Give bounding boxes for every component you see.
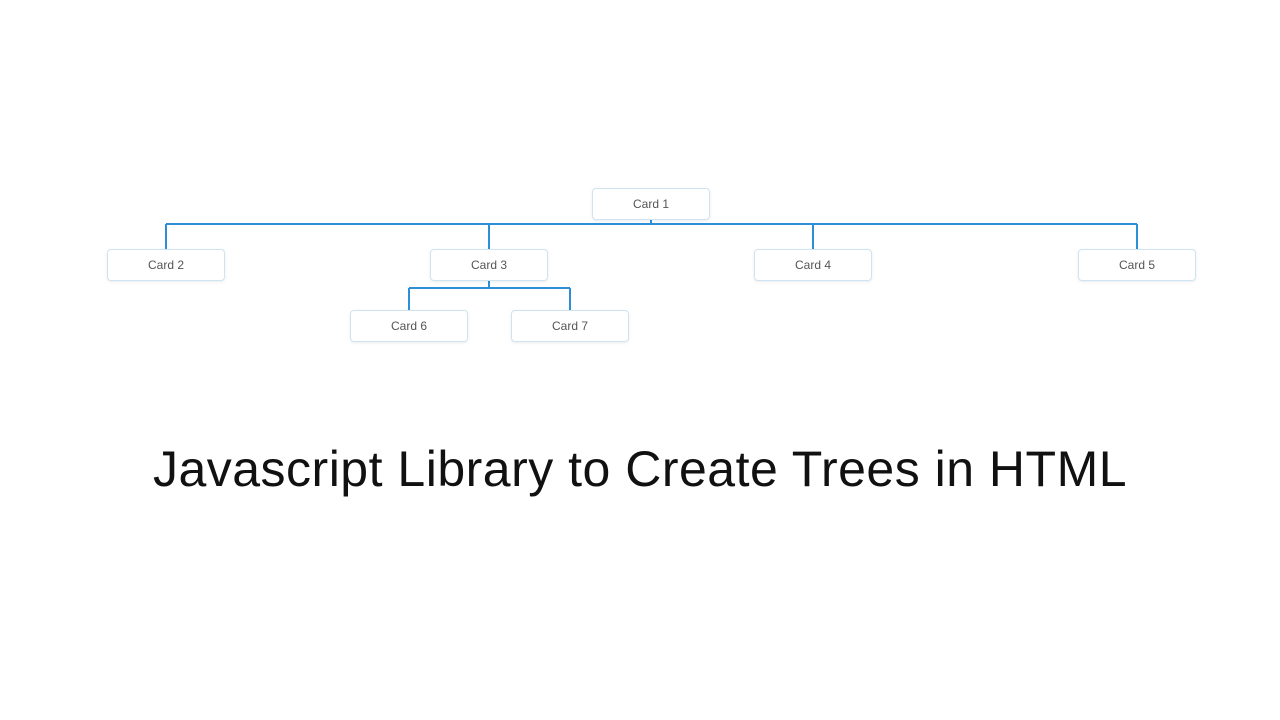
- tree-node-card2: Card 2: [107, 249, 225, 281]
- tree-node-card4: Card 4: [754, 249, 872, 281]
- tree-node-card3: Card 3: [430, 249, 548, 281]
- node-label: Card 5: [1119, 258, 1155, 272]
- tree-node-card1: Card 1: [592, 188, 710, 220]
- node-label: Card 4: [795, 258, 831, 272]
- tree-diagram: Card 1 Card 2 Card 3 Card 4 Card 5 Card …: [0, 0, 1280, 400]
- tree-node-card5: Card 5: [1078, 249, 1196, 281]
- node-label: Card 7: [552, 319, 588, 333]
- tree-node-card6: Card 6: [350, 310, 468, 342]
- node-label: Card 6: [391, 319, 427, 333]
- node-label: Card 3: [471, 258, 507, 272]
- headline: Javascript Library to Create Trees in HT…: [0, 440, 1280, 498]
- node-label: Card 2: [148, 258, 184, 272]
- tree-node-card7: Card 7: [511, 310, 629, 342]
- node-label: Card 1: [633, 197, 669, 211]
